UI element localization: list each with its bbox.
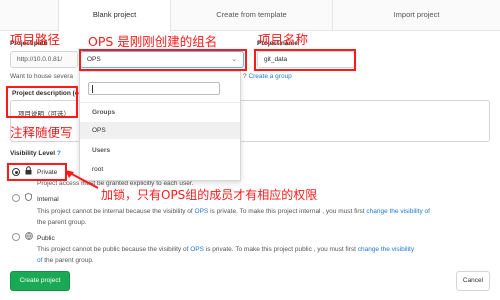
dropdown-search-input[interactable] xyxy=(88,82,220,95)
namespace-dropdown: Groups OPS Users root xyxy=(79,71,241,181)
annotation-box-private xyxy=(7,163,67,181)
radio-internal[interactable] xyxy=(12,194,20,202)
project-path-prefix: http://10.0.0.81/ xyxy=(10,51,78,68)
internal-description: This project cannot be internal because … xyxy=(37,208,430,215)
dropdown-item-ops[interactable]: OPS xyxy=(80,122,240,139)
internal-description-line2: the parent group. xyxy=(37,219,87,226)
question-icon: ? xyxy=(243,73,247,80)
tab-blank-project[interactable]: Blank project xyxy=(58,0,171,32)
ops-group-link-public[interactable]: OPS xyxy=(190,246,204,253)
internal-label[interactable]: Internal xyxy=(37,196,59,203)
public-description-line2: of the parent group. xyxy=(37,257,94,264)
globe-icon xyxy=(25,232,33,240)
cancel-button[interactable]: Cancel xyxy=(456,271,490,291)
tab-create-from-template[interactable]: Create from template xyxy=(171,0,332,31)
annotation-arrow xyxy=(65,170,99,189)
annotation-path: 项目路径 xyxy=(10,32,61,47)
hint-text: Want to house severa xyxy=(10,73,73,80)
tab-import-project[interactable]: Import project xyxy=(333,0,500,31)
visibility-level-label: Visibility Level ? xyxy=(10,150,61,157)
change-visibility-link[interactable]: change the visibility of xyxy=(366,208,430,215)
create-group-link[interactable]: Create a group xyxy=(248,73,291,80)
annotation-comment: 注释随便写 xyxy=(10,125,73,140)
dropdown-users-header: Users xyxy=(92,147,111,154)
annotation-box-project-name xyxy=(254,49,356,71)
change-visibility-link-public[interactable]: change the visibility xyxy=(358,246,414,253)
visibility-help-icon[interactable]: ? xyxy=(57,150,61,157)
public-description: This project cannot be public because th… xyxy=(37,246,415,253)
radio-public[interactable] xyxy=(12,233,20,241)
dropdown-groups-header: Groups xyxy=(92,109,116,116)
change-visibility-link-public-cont[interactable]: of xyxy=(37,257,42,264)
create-project-button[interactable]: Create project xyxy=(10,271,70,291)
annotation-project-name: 项目名称 xyxy=(258,32,309,47)
ops-group-link[interactable]: OPS xyxy=(195,208,209,215)
annotation-box-description xyxy=(6,86,78,118)
shield-icon xyxy=(25,193,32,201)
public-label[interactable]: Public xyxy=(37,235,55,242)
text-cursor xyxy=(92,85,93,93)
annotation-ops-group: OPS 是刚刚创建的组名 xyxy=(88,34,218,49)
dropdown-item-root[interactable]: root xyxy=(80,161,240,178)
annotation-lock: 加锁，只有OPS组的成员才有相应的权限 xyxy=(101,188,318,202)
dropdown-divider xyxy=(80,102,240,103)
create-group-hint: ? Create a group xyxy=(243,73,292,80)
project-tabs: Blank project Create from template Impor… xyxy=(0,0,500,32)
annotation-box-namespace xyxy=(79,49,247,71)
path-prefix-text: http://10.0.0.81/ xyxy=(17,56,63,63)
